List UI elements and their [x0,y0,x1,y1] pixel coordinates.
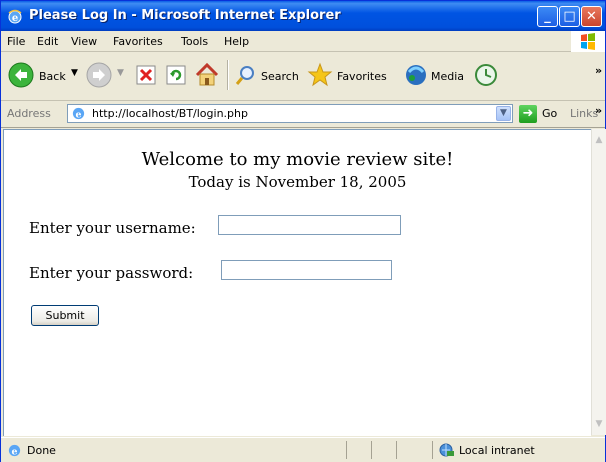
back-arrow-icon[interactable] [7,61,35,89]
ie-page-icon: e [8,444,21,457]
media-button-label[interactable]: Media [431,70,464,83]
favorites-button-label[interactable]: Favorites [337,70,387,83]
svg-text:e: e [76,109,82,120]
menu-view[interactable]: View [71,35,97,48]
links-overflow-icon[interactable]: » [595,104,602,117]
back-button-label[interactable]: Back [39,70,66,83]
stop-icon[interactable] [135,64,157,86]
status-divider [371,441,372,459]
username-input[interactable] [218,215,401,235]
address-bar: Address e http://localhost/BT/login.php … [1,101,605,128]
status-divider [346,441,347,459]
password-label: Enter your password: [29,264,194,282]
status-divider [432,441,433,459]
ie-icon: e [8,9,22,24]
address-label: Address [7,107,51,120]
svg-text:e: e [12,446,18,457]
forward-arrow-icon[interactable] [85,61,113,89]
maximize-button[interactable]: □ [559,6,580,27]
go-arrow-icon[interactable]: ➜ [519,105,537,123]
menu-help[interactable]: Help [224,35,249,48]
window-title: Please Log In - Microsoft Internet Explo… [29,8,341,23]
browser-window: e Please Log In - Microsoft Internet Exp… [0,0,606,462]
minimize-button[interactable]: _ [537,6,558,27]
page-title: Welcome to my movie review site! [141,149,454,170]
close-button[interactable]: ✕ [581,6,602,27]
scroll-down-icon[interactable]: ▼ [593,417,605,431]
media-icon[interactable] [403,62,429,88]
page-content: Welcome to my movie review site! Today i… [3,129,591,436]
toolbar-separator [227,60,229,90]
go-button-label[interactable]: Go [542,107,557,120]
home-icon[interactable] [193,61,221,89]
back-dropdown-icon[interactable]: ▼ [71,68,78,78]
menu-tools[interactable]: Tools [181,35,208,48]
menu-edit[interactable]: Edit [37,35,58,48]
vertical-scrollbar[interactable]: ▲ ▼ [591,129,606,435]
username-label: Enter your username: [29,219,196,237]
favorites-star-icon[interactable] [307,62,333,88]
address-input[interactable]: e http://localhost/BT/login.php ▼ [67,104,513,123]
svg-text:e: e [12,13,18,24]
title-bar[interactable]: e Please Log In - Microsoft Internet Exp… [1,1,605,31]
toolbar-overflow-icon[interactable]: » [595,64,602,77]
address-url: http://localhost/BT/login.php [92,107,248,120]
status-divider [396,441,397,459]
address-dropdown-icon[interactable]: ▼ [496,106,511,121]
status-text: Done [27,444,56,457]
search-button-label[interactable]: Search [261,70,299,83]
search-icon[interactable] [235,64,257,86]
local-intranet-icon [439,443,454,457]
history-icon[interactable] [473,62,499,88]
forward-dropdown-icon[interactable]: ▼ [117,68,124,78]
submit-button[interactable]: Submit [31,305,99,326]
menu-bar: File Edit View Favorites Tools Help [1,31,605,52]
standard-toolbar: Back ▼ ▼ Search Favorites Media » [1,52,605,101]
windows-logo-icon [571,31,605,52]
page-date: Today is November 18, 2005 [188,173,407,191]
password-input[interactable] [221,260,392,280]
refresh-icon[interactable] [165,64,187,86]
security-zone-label: Local intranet [459,444,535,457]
page-icon: e [72,107,85,120]
menu-file[interactable]: File [7,35,25,48]
status-bar: e Done Local intranet [1,437,605,462]
scroll-up-icon[interactable]: ▲ [593,133,605,147]
menu-favorites[interactable]: Favorites [113,35,163,48]
